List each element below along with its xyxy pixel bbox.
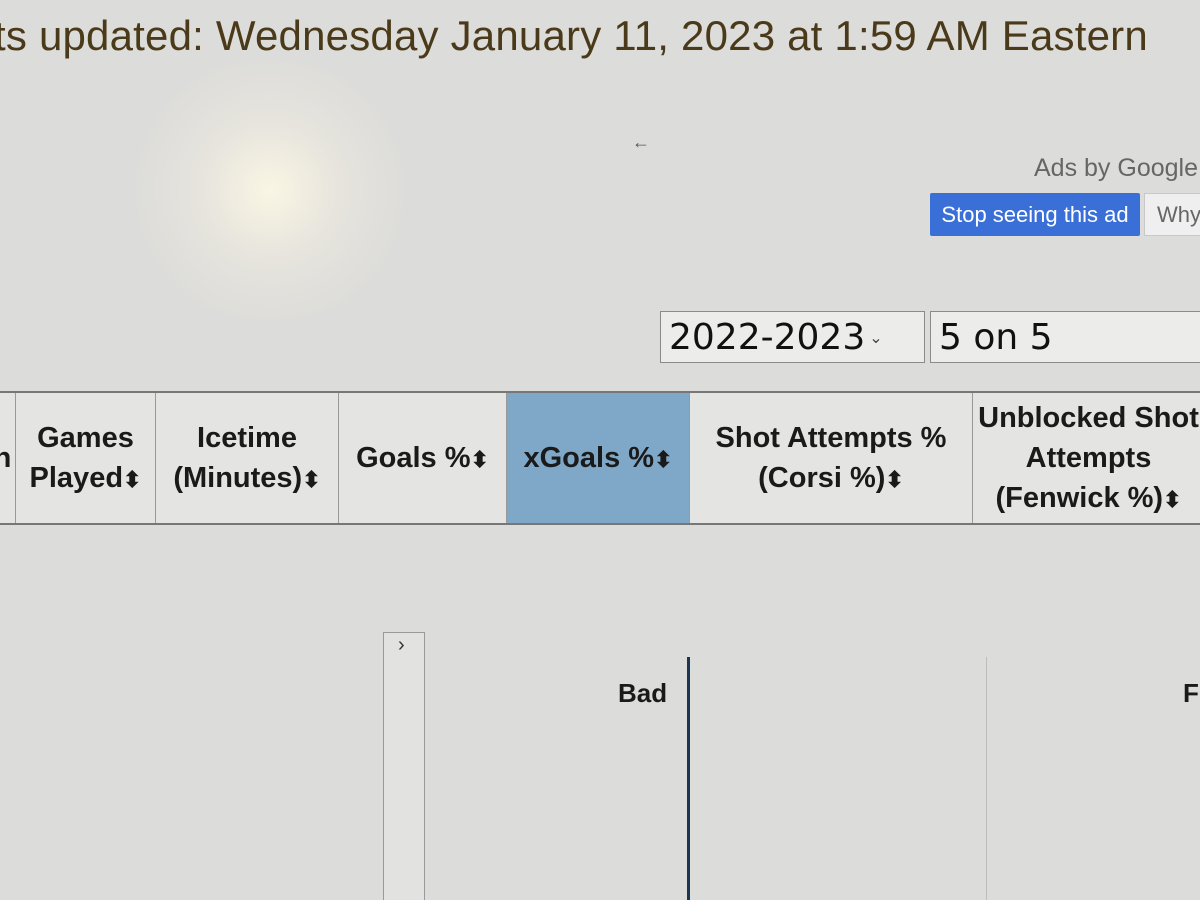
back-arrow-icon[interactable]: ← bbox=[632, 132, 650, 153]
column-header-label: n bbox=[0, 441, 12, 474]
chart-bad-label: Bad bbox=[618, 678, 668, 708]
chart-gridline bbox=[986, 657, 987, 900]
chevron-right-icon[interactable]: › bbox=[398, 634, 405, 657]
column-header-label: Shot Attempts % (Corsi %)⬍ bbox=[715, 421, 947, 494]
season-select-value: 2022-2023 bbox=[669, 316, 866, 358]
column-header-icetime[interactable]: Icetime (Minutes)⬍ bbox=[155, 393, 338, 523]
sort-icon[interactable]: ⬍ bbox=[1163, 487, 1181, 512]
column-header-label: xGoals %⬍ bbox=[523, 441, 673, 474]
chart-right-label: F bbox=[1183, 678, 1199, 708]
column-header-corsi-pct[interactable]: Shot Attempts % (Corsi %)⬍ bbox=[689, 393, 972, 523]
stop-seeing-ad-button[interactable]: Stop seeing this ad bbox=[930, 193, 1140, 236]
column-header-label: Goals %⬍ bbox=[356, 441, 489, 474]
column-header-label: Games Played⬍ bbox=[29, 421, 142, 494]
strength-select[interactable]: 5 on 5 bbox=[930, 311, 1200, 363]
column-header-label: Unblocked Shot Attempts (Fenwick %)⬍ bbox=[978, 401, 1199, 514]
column-header-xgoals-pct[interactable]: xGoals %⬍ bbox=[506, 393, 689, 523]
sort-icon[interactable]: ⬍ bbox=[471, 447, 489, 472]
sort-icon[interactable]: ⬍ bbox=[302, 467, 320, 492]
last-updated-text: ts updated: Wednesday January 11, 2023 a… bbox=[0, 12, 1148, 59]
why-this-ad-button[interactable]: Why bbox=[1144, 193, 1200, 236]
column-header-label: Icetime (Minutes)⬍ bbox=[173, 421, 321, 494]
stats-table-header: n Games Played⬍ Icetime (Minutes)⬍ Goals… bbox=[0, 391, 1200, 525]
chart-divider-line bbox=[687, 657, 690, 900]
column-header-partial[interactable]: n bbox=[0, 393, 15, 523]
collapsed-side-panel[interactable] bbox=[383, 632, 425, 900]
ads-by-google-label: Ads by Google bbox=[1034, 154, 1198, 182]
strength-select-value: 5 on 5 bbox=[939, 316, 1053, 358]
column-header-goals-pct[interactable]: Goals %⬍ bbox=[338, 393, 506, 523]
sort-icon[interactable]: ⬍ bbox=[654, 447, 672, 472]
season-select[interactable]: 2022-2023 ⌄ bbox=[660, 311, 925, 363]
column-header-games-played[interactable]: Games Played⬍ bbox=[15, 393, 155, 523]
screen-glare bbox=[120, 60, 420, 320]
column-header-fenwick-pct[interactable]: Unblocked Shot Attempts (Fenwick %)⬍ bbox=[972, 393, 1200, 523]
chevron-down-icon: ⌄ bbox=[869, 327, 883, 347]
sort-icon[interactable]: ⬍ bbox=[885, 467, 903, 492]
sort-icon[interactable]: ⬍ bbox=[123, 467, 141, 492]
